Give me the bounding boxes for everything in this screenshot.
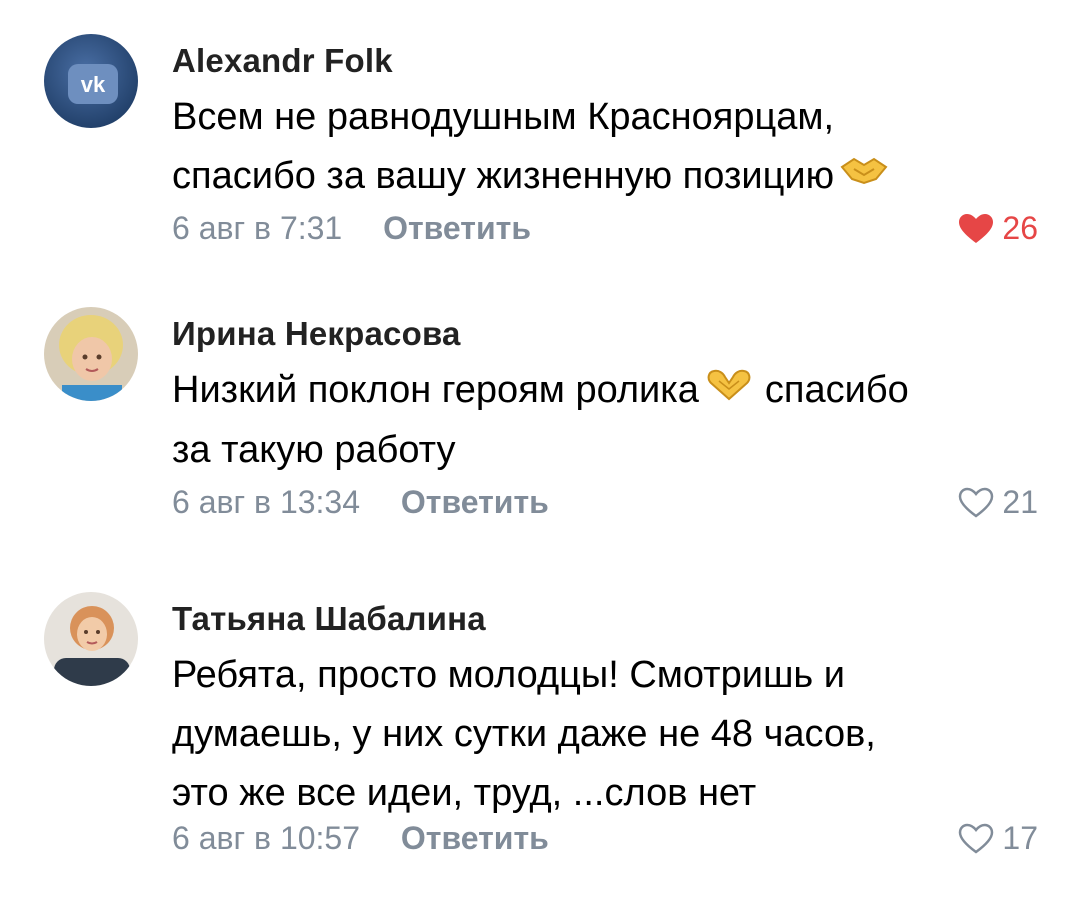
- comment-meta: 6 авг в 10:57 Ответить: [172, 820, 549, 857]
- comment-author[interactable]: Татьяна Шабалина: [172, 600, 486, 638]
- comment-meta: 6 авг в 7:31 Ответить: [172, 210, 531, 247]
- like-count: 26: [1002, 210, 1038, 246]
- like-count: 17: [1002, 820, 1038, 856]
- comment-text-line: за такую работу: [172, 429, 456, 472]
- handshake-icon: [840, 148, 888, 207]
- like-button[interactable]: 26: [958, 210, 1038, 247]
- comment-text: Низкий поклон героям ролика спасибо за та…: [172, 361, 1052, 480]
- reply-button[interactable]: Ответить: [401, 820, 549, 857]
- heart-outline-icon: [958, 823, 994, 855]
- avatar[interactable]: vk: [44, 34, 138, 128]
- comment-text-fragment: спасибо: [764, 369, 909, 411]
- comment-date: 6 авг в 13:34: [172, 484, 361, 520]
- comment-text-line: Ребята, просто молодцы! Смотришь и: [172, 654, 846, 696]
- heart-hands-icon: [705, 362, 753, 421]
- comment-text-line: думаешь, у них сутки даже не 48 часов,: [172, 713, 876, 755]
- user-photo-icon: [44, 307, 138, 401]
- comment-text-line: Низкий поклон героям ролика: [172, 369, 699, 411]
- comment-date: 6 авг в 7:31: [172, 210, 343, 246]
- reply-button[interactable]: Ответить: [401, 484, 549, 521]
- comment-text-line-with-emoji: Низкий поклон героям ролика спасибо: [172, 361, 1052, 421]
- comment-meta: 6 авг в 13:34 Ответить: [172, 484, 549, 521]
- comment-author[interactable]: Ирина Некрасова: [172, 315, 461, 353]
- comment-text-line-with-emoji: спасибо за вашу жизненную позицию: [172, 147, 1052, 207]
- comment-text-line: спасибо за вашу жизненную позицию: [172, 155, 835, 197]
- comment-text-line: Всем не равнодушным Красноярцам,: [172, 96, 835, 138]
- user-photo-icon: [44, 592, 138, 686]
- comment-text-line: это же все идеи, труд, ...слов нет: [172, 772, 757, 814]
- reply-button[interactable]: Ответить: [383, 210, 531, 247]
- heart-outline-icon: [958, 487, 994, 519]
- comment-date: 6 авг в 10:57: [172, 820, 361, 856]
- like-button[interactable]: 21: [958, 484, 1038, 521]
- like-button[interactable]: 17: [958, 820, 1038, 857]
- like-count: 21: [1002, 484, 1038, 520]
- heart-filled-icon: [958, 213, 994, 245]
- vk-logo-icon: vk: [44, 34, 138, 128]
- avatar[interactable]: [44, 307, 138, 401]
- svg-text:vk: vk: [81, 72, 106, 97]
- comment-author[interactable]: Alexandr Folk: [172, 42, 393, 80]
- comment-text: Всем не равнодушным Красноярцам, спасибо…: [172, 88, 1052, 207]
- avatar[interactable]: [44, 592, 138, 686]
- comment-text: Ребята, просто молодцы! Смотришь и думае…: [172, 646, 1052, 823]
